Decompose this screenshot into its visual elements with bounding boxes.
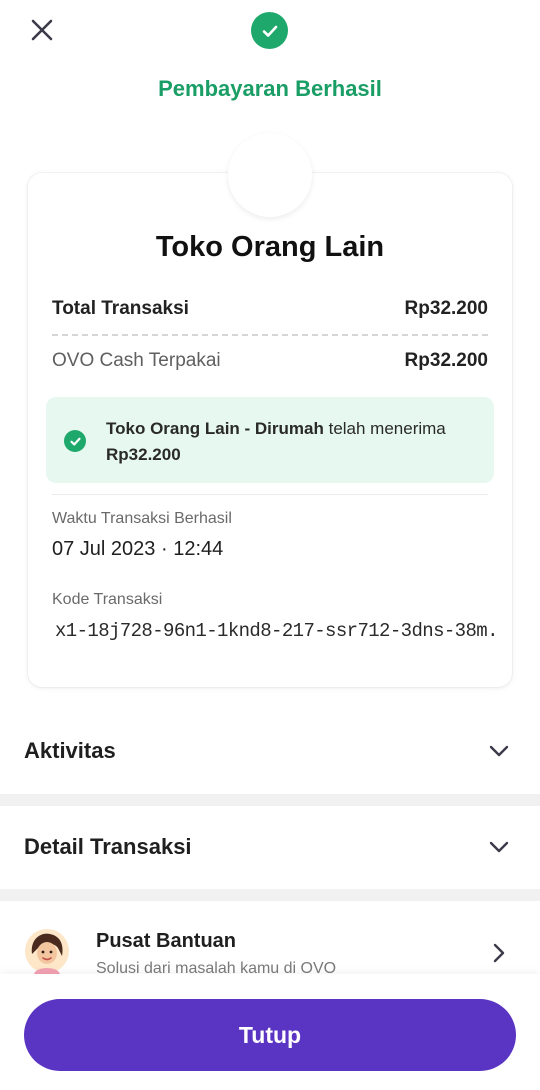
merchant-name: Toko Orang Lain	[155, 231, 385, 263]
notice-message: telah menerima	[323, 419, 446, 438]
activity-section[interactable]: Aktivitas	[0, 706, 540, 796]
ovo-cash-label: OVO Cash Terpakai	[52, 350, 221, 371]
total-value: Rp32.200	[404, 298, 488, 319]
close-button[interactable]	[26, 14, 58, 46]
section-separator	[0, 889, 540, 901]
close-icon	[31, 19, 53, 41]
transaction-code-label: Kode Transaksi	[52, 591, 163, 608]
activity-title: Aktivitas	[24, 738, 116, 763]
support-agent-avatar	[25, 929, 69, 974]
total-label: Total Transaksi	[52, 298, 189, 319]
divider	[52, 494, 488, 495]
success-check-icon	[251, 12, 288, 49]
footer-bar: Tutup	[0, 974, 540, 1090]
transaction-time-value: 07 Jul 2023 · 12:44	[52, 538, 224, 560]
notice-text: Toko Orang Lain - Dirumah telah menerima…	[106, 416, 481, 468]
payment-received-notice: Toko Orang Lain - Dirumah telah menerima…	[46, 397, 494, 483]
merchant-logo	[228, 133, 312, 217]
ovo-cash-value: Rp32.200	[404, 350, 488, 371]
ovo-cash-row: OVO Cash Terpakai Rp32.200	[52, 350, 488, 372]
help-center-subtitle: Solusi dari masalah kamu di OVO	[96, 960, 337, 974]
notice-merchant: Toko Orang Lain - Dirumah	[106, 419, 324, 438]
check-circle-icon	[64, 430, 86, 452]
help-center-item[interactable]: Pusat Bantuan Solusi dari masalah kamu d…	[0, 902, 540, 974]
dashed-divider	[52, 334, 488, 336]
notice-amount: Rp32.200	[106, 445, 181, 464]
chevron-right-icon	[488, 940, 510, 966]
total-transaction-row: Total Transaksi Rp32.200	[52, 298, 488, 320]
status-title: Pembayaran Berhasil	[158, 76, 382, 101]
chevron-down-icon	[486, 834, 512, 860]
transaction-time-label: Waktu Transaksi Berhasil	[52, 510, 232, 527]
chevron-down-icon	[486, 738, 512, 764]
close-primary-button[interactable]: Tutup	[24, 999, 516, 1071]
transaction-detail-title: Detail Transaksi	[24, 834, 192, 859]
transaction-detail-section[interactable]: Detail Transaksi	[0, 802, 540, 892]
help-center-title: Pusat Bantuan	[96, 930, 237, 952]
transaction-code-value[interactable]: x1-18j728-96n1-1knd8-217-ssr712-3dns-38m…	[55, 620, 495, 642]
